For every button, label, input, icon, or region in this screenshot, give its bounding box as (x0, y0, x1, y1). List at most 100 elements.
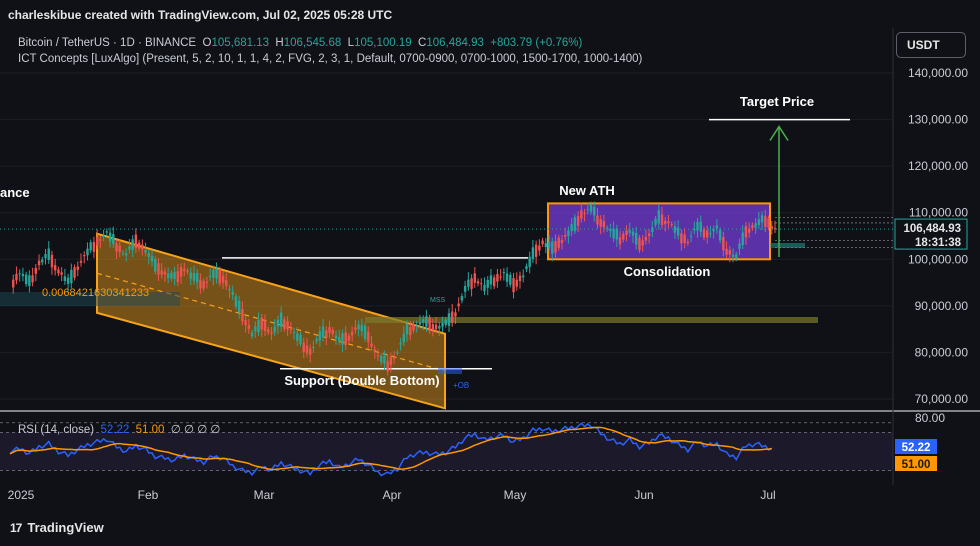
candle-body (499, 276, 502, 278)
candle-body (189, 272, 192, 279)
candle-body (680, 233, 683, 244)
candle-body (754, 223, 757, 228)
candle-body (457, 303, 460, 307)
candle-body (615, 228, 619, 240)
candle-body (689, 236, 693, 237)
footer-brand: 17 TradingView (10, 520, 104, 535)
candle-body (99, 239, 102, 241)
symbol-legend: Bitcoin / TetherUS · 1D · BINANCE O105,6… (18, 37, 582, 49)
candle-body (137, 242, 141, 249)
candle-body (60, 272, 63, 275)
candle-body (254, 326, 257, 332)
candle-body (228, 288, 231, 291)
candle-body (741, 232, 744, 246)
time-tick-label: May (504, 488, 527, 502)
candle-body (383, 355, 386, 364)
candle-body (525, 266, 528, 270)
ohlc-open: 105,681.13 (211, 37, 269, 49)
rsi-title: RSI (14, close) (18, 424, 95, 436)
candle-body (392, 357, 396, 359)
candle-body (767, 218, 770, 228)
candle-body (618, 237, 622, 245)
candle-body (547, 242, 551, 248)
candle-body (554, 240, 557, 253)
candle-body (70, 269, 73, 284)
candle-body (757, 219, 761, 225)
candle-body (218, 269, 222, 284)
candle-body (773, 228, 777, 230)
support-label: Support (Double Bottom) (284, 373, 439, 388)
candle-body (79, 260, 83, 263)
ohlc-change: +803.79 (+0.76%) (490, 37, 583, 49)
candle-body (21, 273, 25, 277)
candle-body (53, 265, 57, 271)
candle-body (321, 326, 325, 338)
candle-body (534, 244, 538, 257)
price-tick-label: 120,000.00 (908, 159, 968, 173)
candle-body (173, 271, 176, 280)
candle-body (183, 268, 186, 272)
candle-body (350, 331, 354, 336)
candle-body (225, 280, 228, 286)
candle-body (396, 352, 399, 354)
time-tick-label: 2025 (8, 488, 35, 502)
price-tick-label: 80,000.00 (915, 345, 969, 359)
ohlc-high: 106,545.68 (283, 37, 342, 49)
candle-body (102, 236, 105, 237)
candle-body (531, 247, 535, 259)
candle-body (405, 324, 409, 335)
candle-body (215, 268, 218, 279)
candle-body (489, 275, 493, 285)
candle-body (660, 214, 664, 225)
candle-body (731, 254, 735, 258)
candle-body (693, 228, 696, 231)
candle-body (696, 221, 699, 231)
candle-body (186, 270, 189, 272)
candle-body (15, 273, 18, 281)
price-tick-label: 110,000.00 (909, 206, 968, 220)
candle-body (302, 342, 305, 352)
truncated-left-label: ance (0, 185, 30, 200)
rsi-level-label: 80.00 (915, 411, 945, 425)
candle-body (722, 236, 725, 251)
candle-body (709, 233, 712, 235)
candle-body (144, 249, 147, 253)
candle-body (467, 279, 470, 287)
candle-body (635, 233, 638, 245)
price-chart[interactable]: Target Price New ATH Consolidation Support … (0, 0, 980, 546)
candle-body (276, 319, 280, 327)
candle-body (412, 323, 415, 331)
candle-body (121, 252, 125, 254)
candle-body (44, 254, 47, 259)
candle-body (125, 253, 128, 256)
candle-body (234, 296, 238, 307)
candle-body (676, 227, 680, 236)
candle-body (131, 239, 134, 250)
candle-body (305, 345, 309, 354)
candle-body (399, 343, 402, 345)
candle-body (463, 285, 467, 292)
time-tick-label: Mar (254, 488, 275, 502)
candle-body (283, 319, 286, 329)
ohlc-high-label: H (275, 37, 284, 49)
candle-body (473, 273, 477, 283)
currency-button[interactable]: USDT (896, 32, 966, 58)
candle-body (347, 335, 351, 341)
candle-body (686, 241, 690, 244)
candle-body (454, 312, 457, 317)
tradingview-brand: TradingView (27, 520, 104, 535)
ohlc-close: 106,484.93 (426, 37, 484, 49)
candle-body (312, 346, 315, 348)
candle-body (518, 275, 522, 282)
candle-body (609, 228, 612, 232)
time-tick-label: Jul (760, 488, 775, 502)
candle-body (376, 355, 380, 357)
price-tick-label: 130,000.00 (908, 113, 968, 127)
ob-label: +OB (453, 381, 469, 390)
candle-body (208, 275, 212, 278)
candle-body (157, 263, 160, 275)
candle-body (528, 256, 531, 268)
candle-body (41, 259, 44, 263)
candle-body (725, 248, 728, 255)
candle-body (296, 333, 299, 341)
